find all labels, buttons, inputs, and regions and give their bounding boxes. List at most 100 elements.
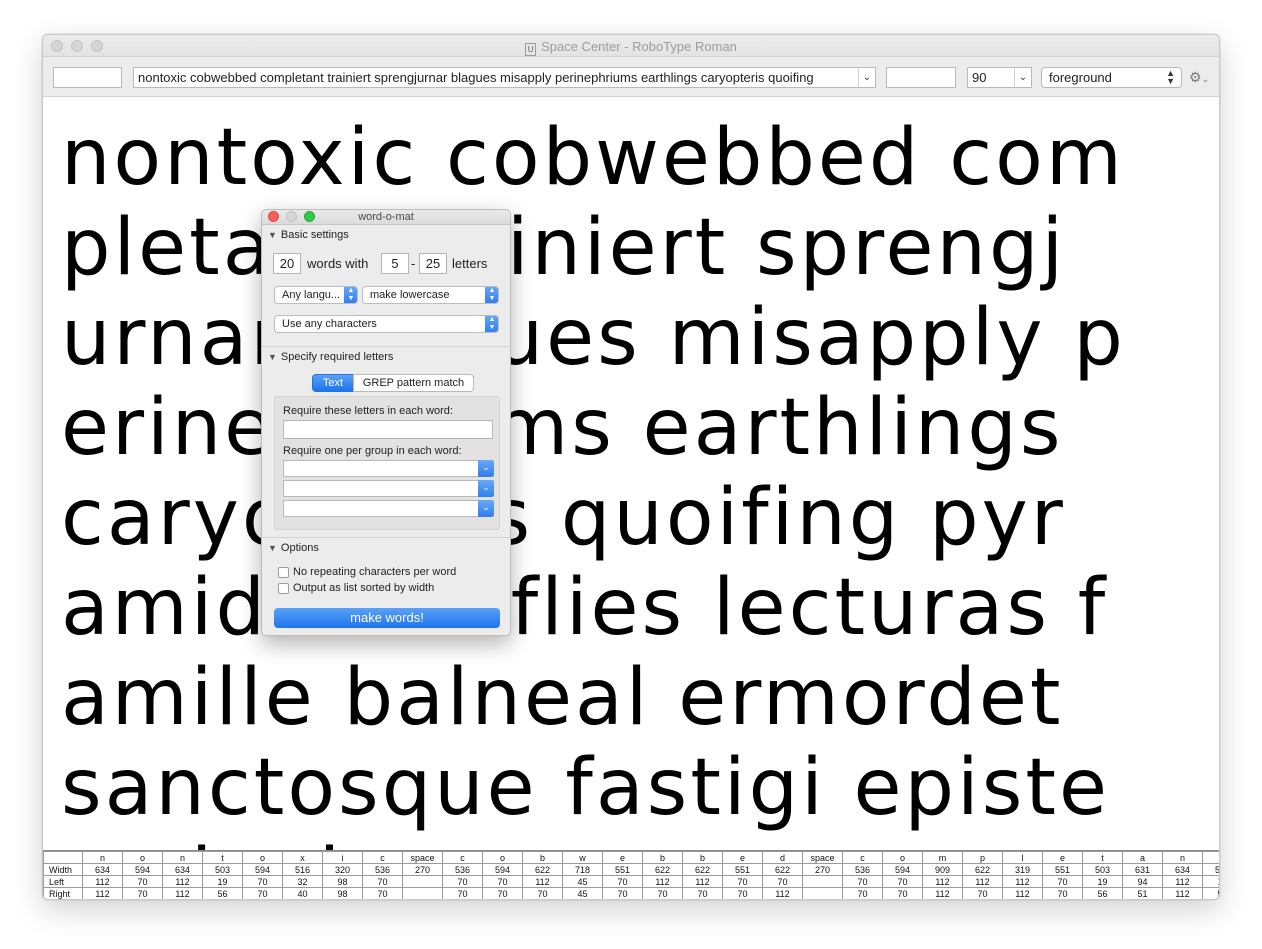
metrics-cell[interactable]: 551 [722,863,763,876]
metrics-cell[interactable]: 503 [1202,863,1219,876]
text-history-dropdown[interactable]: ⌄ [858,67,876,88]
word-count-field[interactable]: 20 [273,253,301,274]
make-words-button[interactable]: make words! [274,608,500,628]
metrics-cell[interactable]: 270 [402,863,443,876]
metrics-cell[interactable]: 70 [442,887,483,899]
metrics-cell[interactable]: 112 [1002,875,1043,888]
metrics-cell[interactable]: 70 [242,887,283,899]
metrics-cell[interactable]: 112 [82,875,123,888]
metrics-cell[interactable]: 70 [362,887,403,899]
metrics-cell[interactable]: 56 [1082,887,1123,899]
metrics-cell[interactable]: 98 [322,875,363,888]
group-combo-1[interactable]: ⌄ [283,460,494,477]
metrics-cell[interactable]: 536 [362,863,403,876]
chevron-down-icon[interactable]: ⌄ [478,460,494,477]
metrics-cell[interactable]: 70 [602,875,643,888]
layer-popup[interactable]: foreground ▲ ▼ [1041,67,1182,88]
metrics-cell[interactable]: 112 [1162,887,1203,899]
required-letters-header[interactable]: ▼ Specify required letters [268,351,393,363]
metrics-cell[interactable]: 634 [1162,863,1203,876]
metrics-cell[interactable]: 516 [282,863,323,876]
metrics-cell[interactable]: 70 [842,875,883,888]
metrics-cell[interactable]: 503 [202,863,243,876]
metrics-cell[interactable]: 70 [722,887,763,899]
metrics-cell[interactable]: 19 [1202,875,1219,888]
metrics-cell[interactable]: 51 [1122,887,1163,899]
metrics-cell[interactable]: 70 [842,887,883,899]
metrics-cell[interactable]: 70 [122,875,163,888]
metrics-cell[interactable]: 45 [562,875,603,888]
metrics-cell[interactable]: 70 [642,887,683,899]
metrics-cell[interactable]: 19 [202,875,243,888]
metrics-cell[interactable]: 594 [122,863,163,876]
before-text-field[interactable] [53,67,122,88]
metrics-cell[interactable]: 622 [642,863,683,876]
metrics-cell[interactable]: 70 [242,875,283,888]
metrics-cell[interactable]: 112 [962,875,1003,888]
metrics-cell[interactable]: 536 [842,863,883,876]
metrics-cell[interactable]: 622 [682,863,723,876]
metrics-cell[interactable]: 112 [1002,887,1043,899]
metrics-cell[interactable]: 70 [602,887,643,899]
metrics-cell[interactable]: 70 [1042,887,1083,899]
no-repeat-checkbox[interactable] [278,567,289,578]
metrics-cell[interactable]: 594 [242,863,283,876]
metrics-cell[interactable]: 70 [882,887,923,899]
metrics-cell[interactable]: 70 [362,875,403,888]
metrics-cell[interactable] [802,887,843,899]
metrics-cell[interactable]: 112 [1162,875,1203,888]
basic-settings-header[interactable]: ▼ Basic settings [268,229,349,241]
language-popup[interactable]: Any langu... ▲ ▼ [274,286,358,304]
metrics-cell[interactable]: 551 [602,863,643,876]
metrics-cell[interactable]: 503 [1082,863,1123,876]
chevron-down-icon[interactable]: ⌄ [478,480,494,497]
metrics-cell[interactable]: 32 [282,875,323,888]
metrics-cell[interactable]: 909 [922,863,963,876]
tab-text[interactable]: Text [312,374,354,392]
point-size-field[interactable]: 90 [967,67,1015,88]
metrics-cell[interactable]: 70 [722,875,763,888]
metrics-cell[interactable] [402,875,443,888]
metrics-cell[interactable]: 112 [522,875,563,888]
metrics-cell[interactable]: 622 [762,863,803,876]
metrics-cell[interactable]: 112 [162,887,203,899]
metrics-cell[interactable]: 70 [442,875,483,888]
case-popup[interactable]: make lowercase ▲ ▼ [362,286,499,304]
metrics-cell[interactable]: 70 [1042,875,1083,888]
metrics-cell[interactable]: 70 [762,875,803,888]
tab-grep[interactable]: GREP pattern match [353,374,474,392]
metrics-cell[interactable]: 112 [922,875,963,888]
glyph-preview-canvas[interactable]: nontoxic cobwebbed com pletant trainiert… [43,98,1219,850]
gear-icon[interactable]: ⚙⌄ [1189,69,1209,86]
metrics-cell[interactable]: 70 [522,887,563,899]
max-length-field[interactable]: 25 [419,253,447,274]
metrics-cell[interactable]: 70 [682,887,723,899]
metrics-cell[interactable]: 551 [1042,863,1083,876]
min-length-field[interactable]: 5 [381,253,409,274]
after-text-field[interactable] [886,67,956,88]
metrics-cell[interactable]: 56 [202,887,243,899]
metrics-cell[interactable]: 94 [1122,875,1163,888]
panel-title-bar[interactable]: word-o-mat [262,210,510,225]
metrics-cell[interactable]: 594 [482,863,523,876]
metrics-cell[interactable]: 319 [1002,863,1043,876]
metrics-cell[interactable]: 622 [522,863,563,876]
group-combo-3[interactable]: ⌄ [283,500,494,517]
metrics-cell[interactable]: 112 [642,875,683,888]
metrics-cell[interactable]: 70 [962,887,1003,899]
metrics-cell[interactable]: 634 [162,863,203,876]
metrics-cell[interactable]: 622 [962,863,1003,876]
metrics-cell[interactable]: 631 [1122,863,1163,876]
sorted-list-checkbox[interactable] [278,583,289,594]
metrics-cell[interactable]: 70 [482,875,523,888]
group-combo-2[interactable]: ⌄ [283,480,494,497]
metrics-cell[interactable]: 112 [922,887,963,899]
character-set-popup[interactable]: Use any characters ▲ ▼ [274,315,499,333]
metrics-cell[interactable]: 270 [802,863,843,876]
metrics-cell[interactable]: 70 [482,887,523,899]
metrics-cell[interactable]: 320 [322,863,363,876]
metrics-cell[interactable]: 718 [562,863,603,876]
text-input[interactable]: nontoxic cobwebbed completant trainiert … [133,67,859,88]
metrics-cell[interactable]: 594 [882,863,923,876]
point-size-dropdown[interactable]: ⌄ [1014,67,1032,88]
